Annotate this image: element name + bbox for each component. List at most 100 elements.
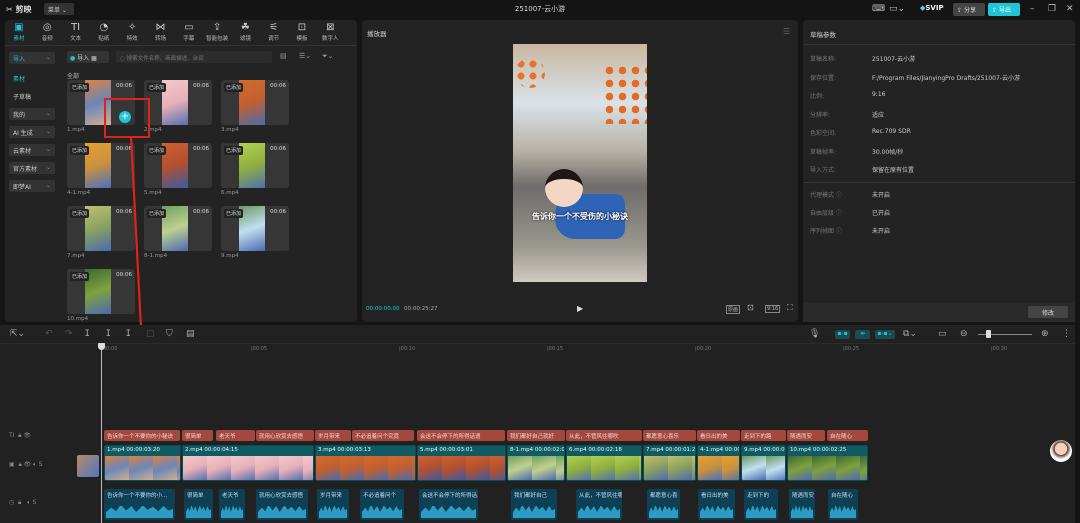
zoom-in-icon[interactable]: ⊕: [1041, 329, 1049, 339]
clip-frames: [567, 456, 641, 480]
waveform: [421, 504, 476, 518]
draft-title: 草稿参数: [810, 31, 836, 39]
audio-clip[interactable]: 随遇而安: [789, 489, 815, 520]
text-clip[interactable]: 自在随心: [827, 430, 868, 441]
ruler-label: |00:30: [991, 346, 1008, 352]
assistant-avatar[interactable]: [1050, 440, 1072, 462]
link-main-track-toggle[interactable]: ▪-▪: [835, 330, 850, 339]
audio-clip[interactable]: 不必追着问个: [360, 489, 404, 520]
delete-icon[interactable]: ▢: [146, 329, 155, 339]
video-clip[interactable]: 10.mp4 00:00:02:25: [787, 445, 868, 481]
video-clip[interactable]: 1.mp4 00:00:03:20: [104, 445, 181, 481]
marker-icon[interactable]: ⛉: [166, 329, 173, 339]
linkage-toggle[interactable]: ▪-▪⌄: [875, 330, 895, 339]
redo-icon[interactable]: ↷: [65, 329, 73, 339]
audio-clip[interactable]: 告诉你一个不要你的小...: [104, 489, 175, 520]
text-clip[interactable]: 就用心欣赏去感悟: [256, 430, 314, 441]
text-clip[interactable]: 不必追着问个究竟: [352, 430, 414, 441]
audio-clip[interactable]: 老天爷: [219, 489, 245, 520]
zoom-out-icon[interactable]: ⊖: [960, 329, 968, 339]
audio-clip[interactable]: 就用心欣赏去感悟: [256, 489, 308, 520]
audio-clip[interactable]: 从此，不管风往哪吹: [576, 489, 622, 520]
audio-clip[interactable]: 岁月带来: [317, 489, 349, 520]
video-clip[interactable]: 5.mp4 00:00:03:01: [417, 445, 506, 481]
undo-icon[interactable]: ↶: [45, 329, 53, 339]
audio-clip[interactable]: 自在随心: [828, 489, 858, 520]
preview-axis-icon[interactable]: ⧉⌄: [903, 329, 917, 339]
split-left-icon[interactable]: ⵊ: [106, 329, 111, 339]
fullscreen-icon[interactable]: ⛶: [787, 303, 793, 313]
zoom-fit-icon[interactable]: ⊡: [747, 303, 754, 312]
play-button[interactable]: ▶: [577, 304, 583, 313]
modify-button[interactable]: 修改: [1028, 306, 1068, 318]
waveform: [186, 504, 211, 518]
audio-clip[interactable]: 看日出的美: [698, 489, 735, 520]
playhead[interactable]: [101, 344, 102, 523]
video-clip[interactable]: 3.mp4 00:00:03:13: [315, 445, 416, 481]
text-clip[interactable]: 看日出的美: [697, 430, 740, 441]
player-menu-icon[interactable]: ☰: [783, 27, 790, 36]
video-clip[interactable]: 9.mp4 00:00:0: [741, 445, 786, 481]
text-clip[interactable]: 告诉你一个不要你的小秘诀: [104, 430, 180, 441]
clip-label: 10.mp4 00:00:02:25: [790, 447, 846, 453]
text-clip[interactable]: 从此，不管风往哪吹: [566, 430, 642, 441]
text-clip[interactable]: 都愿意心喜乐: [643, 430, 696, 441]
audio-clip[interactable]: 都愿意心喜: [647, 489, 680, 520]
audio-clip[interactable]: 走到下的: [744, 489, 778, 520]
text-clip[interactable]: 走到下的路: [741, 430, 786, 441]
audio-track-controls[interactable]: ◷ 🔒︎ 🔈︎ S: [9, 499, 36, 507]
divider: [803, 44, 1075, 45]
ruler-label: |00:20: [695, 346, 712, 352]
video-clip[interactable]: 7.mp4 00:00:01:2: [643, 445, 696, 481]
record-audio-icon[interactable]: 🎙: [809, 329, 820, 339]
text-clip[interactable]: 很简单: [182, 430, 213, 441]
clip-frames: [742, 456, 785, 480]
waveform: [649, 504, 678, 518]
text-clip[interactable]: 我们都好自己就好: [507, 430, 565, 441]
waveform: [221, 504, 243, 518]
clip-frames: [316, 456, 415, 480]
video-clip[interactable]: 6.mp4 00:00:02:18: [566, 445, 642, 481]
param-value: 30.00帧/秒: [872, 148, 904, 156]
audio-clip[interactable]: 很简单: [184, 489, 213, 520]
clip-frames: [788, 456, 867, 480]
ai-caption-icon[interactable]: ▤: [186, 329, 195, 339]
video-clip[interactable]: 4-1.mp4 00:00: [697, 445, 740, 481]
video-clip[interactable]: 2.mp4 00:00:04:15: [182, 445, 314, 481]
video-track-controls[interactable]: ▣ 🔒︎ 👁︎ 🔈︎ S: [9, 461, 42, 469]
audio-clip[interactable]: 我们都好自己: [511, 489, 557, 520]
video-clip[interactable]: 8-1.mp4 00:00:02:0: [507, 445, 565, 481]
param-value: 9:16: [872, 91, 886, 98]
clip-label: 7.mp4 00:00:01:2: [646, 447, 695, 453]
clip-duration: 00:00:03:01: [439, 447, 473, 453]
quality-button[interactable]: 原画: [726, 305, 741, 314]
ruler-label: |00:25: [843, 346, 860, 352]
select-tool-icon[interactable]: ⇱⌄: [10, 329, 25, 339]
zoom-slider-handle[interactable]: [986, 330, 992, 338]
more-icon[interactable]: ⋮: [1062, 329, 1071, 339]
clip-label: 9.mp4 00:00:0: [744, 447, 785, 453]
ratio-button[interactable]: 9:16: [765, 305, 781, 313]
audio-clip[interactable]: 会送不会停下的所得话...: [419, 489, 478, 520]
param-label: 保存位置:: [810, 74, 837, 82]
timeline-fit-icon[interactable]: ▭: [938, 329, 947, 339]
clip-label: 5.mp4 00:00:03:01: [420, 447, 473, 453]
split-right-icon[interactable]: ⵊ: [126, 329, 131, 339]
split-icon[interactable]: ⵊ: [85, 329, 90, 339]
text-clip[interactable]: 老天爷: [216, 430, 255, 441]
clip-label: 4-1.mp4 00:00: [700, 447, 739, 453]
cover-thumbnail[interactable]: [77, 455, 99, 477]
clip-label: 8-1.mp4 00:00:02:0: [510, 447, 564, 453]
clip-name: 3.mp4: [318, 447, 336, 453]
playhead-handle[interactable]: [98, 343, 105, 350]
clip-name: 1.mp4: [107, 447, 125, 453]
text-clip[interactable]: 岁月带来: [315, 430, 351, 441]
text-clip[interactable]: 会送不会停下的所得话语: [417, 430, 505, 441]
waveform: [319, 504, 347, 518]
snap-toggle[interactable]: ⇹: [855, 330, 870, 339]
clip-label: 2.mp4 00:00:04:15: [185, 447, 238, 453]
video-preview[interactable]: 告诉你一个不受伤的小秘诀: [513, 44, 647, 282]
text-clip[interactable]: 随遇而安: [787, 430, 825, 441]
player-title: 播放器: [367, 30, 387, 38]
audio-clip-label: 告诉你一个不要你的小...: [107, 493, 168, 499]
